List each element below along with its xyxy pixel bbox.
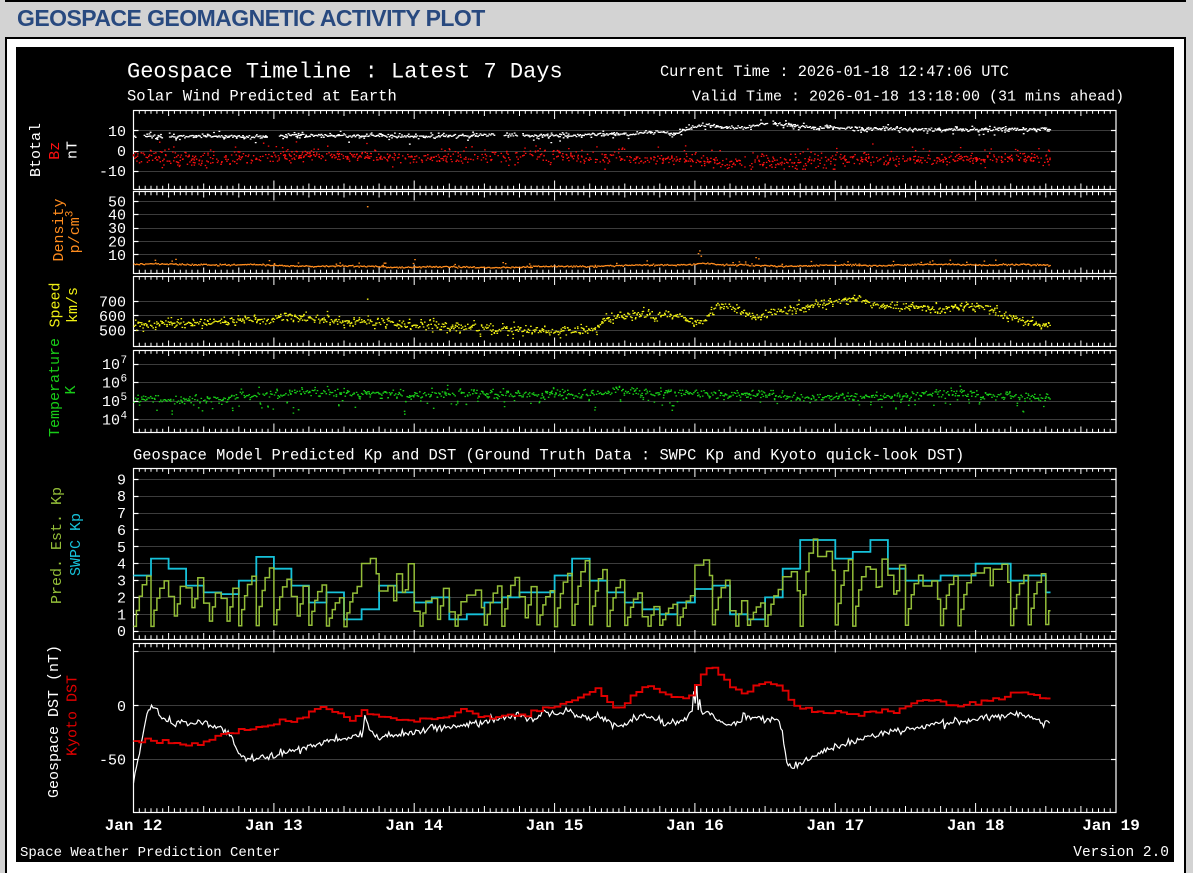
svg-text:Geospace Timeline : Latest 7 D: Geospace Timeline : Latest 7 Days — [127, 60, 563, 85]
svg-text:Jan 14: Jan 14 — [385, 817, 443, 835]
svg-text:nT: nT — [64, 141, 81, 159]
svg-text:km/s: km/s — [65, 287, 82, 323]
svg-text:Version 2.0: Version 2.0 — [1073, 845, 1169, 861]
svg-text:2: 2 — [117, 590, 126, 607]
svg-text:0: 0 — [117, 699, 126, 716]
svg-text:Valid Time : 2026-01-18 13:18:: Valid Time : 2026-01-18 13:18:00 (31 min… — [692, 89, 1124, 106]
svg-text:Jan 13: Jan 13 — [245, 817, 303, 835]
svg-text:500: 500 — [99, 323, 126, 340]
svg-text:Jan 18: Jan 18 — [947, 817, 1005, 835]
svg-text:Geospace Model Predicted Kp an: Geospace Model Predicted Kp and DST (Gro… — [133, 447, 964, 465]
svg-text:1: 1 — [117, 607, 126, 624]
svg-text:10: 10 — [102, 376, 120, 393]
svg-text:SWPC Kp: SWPC Kp — [68, 513, 85, 576]
svg-text:10: 10 — [108, 124, 126, 141]
svg-text:Jan 16: Jan 16 — [666, 817, 724, 835]
svg-text:Speed: Speed — [48, 282, 65, 327]
svg-text:4: 4 — [121, 411, 128, 423]
svg-text:Bz: Bz — [47, 142, 64, 160]
svg-text:4: 4 — [117, 557, 126, 574]
svg-text:Jan 19: Jan 19 — [1082, 817, 1140, 835]
svg-text:3: 3 — [117, 574, 126, 591]
svg-text:Pred. Est. Kp: Pred. Est. Kp — [49, 487, 66, 604]
svg-text:7: 7 — [121, 355, 128, 367]
svg-text:5: 5 — [121, 392, 128, 404]
svg-text:10: 10 — [108, 248, 126, 265]
svg-text:8: 8 — [117, 489, 126, 506]
svg-text:Btotal: Btotal — [28, 123, 45, 177]
svg-text:6: 6 — [117, 523, 126, 540]
svg-text:5: 5 — [117, 540, 126, 557]
svg-text:Jan 17: Jan 17 — [806, 817, 864, 835]
svg-text:9: 9 — [117, 472, 126, 489]
svg-text:Temperature: Temperature — [47, 338, 64, 437]
svg-text:0: 0 — [117, 144, 126, 161]
svg-text:0: 0 — [117, 624, 126, 641]
svg-text:Current Time : 2026-01-18 12:4: Current Time : 2026-01-18 12:47:06 UTC — [660, 63, 1009, 81]
svg-text:-10: -10 — [99, 164, 126, 181]
svg-text:p/cm3: p/cm3 — [65, 211, 85, 254]
svg-text:10: 10 — [102, 394, 120, 411]
svg-text:Kyoto DST: Kyoto DST — [64, 675, 81, 756]
svg-text:7: 7 — [117, 506, 126, 523]
svg-text:-50: -50 — [99, 753, 126, 770]
svg-text:Density: Density — [51, 198, 68, 261]
svg-text:Geospace DST (nT): Geospace DST (nT) — [46, 645, 63, 798]
svg-text:10: 10 — [102, 357, 120, 374]
svg-text:K: K — [63, 385, 80, 394]
svg-text:Jan 12: Jan 12 — [105, 817, 163, 835]
svg-text:Space Weather Prediction Cente: Space Weather Prediction Center — [20, 845, 280, 861]
svg-text:6: 6 — [121, 374, 128, 386]
svg-text:Solar Wind Predicted at Earth: Solar Wind Predicted at Earth — [127, 88, 397, 106]
svg-text:Jan 15: Jan 15 — [526, 817, 584, 835]
svg-text:10: 10 — [102, 413, 120, 430]
